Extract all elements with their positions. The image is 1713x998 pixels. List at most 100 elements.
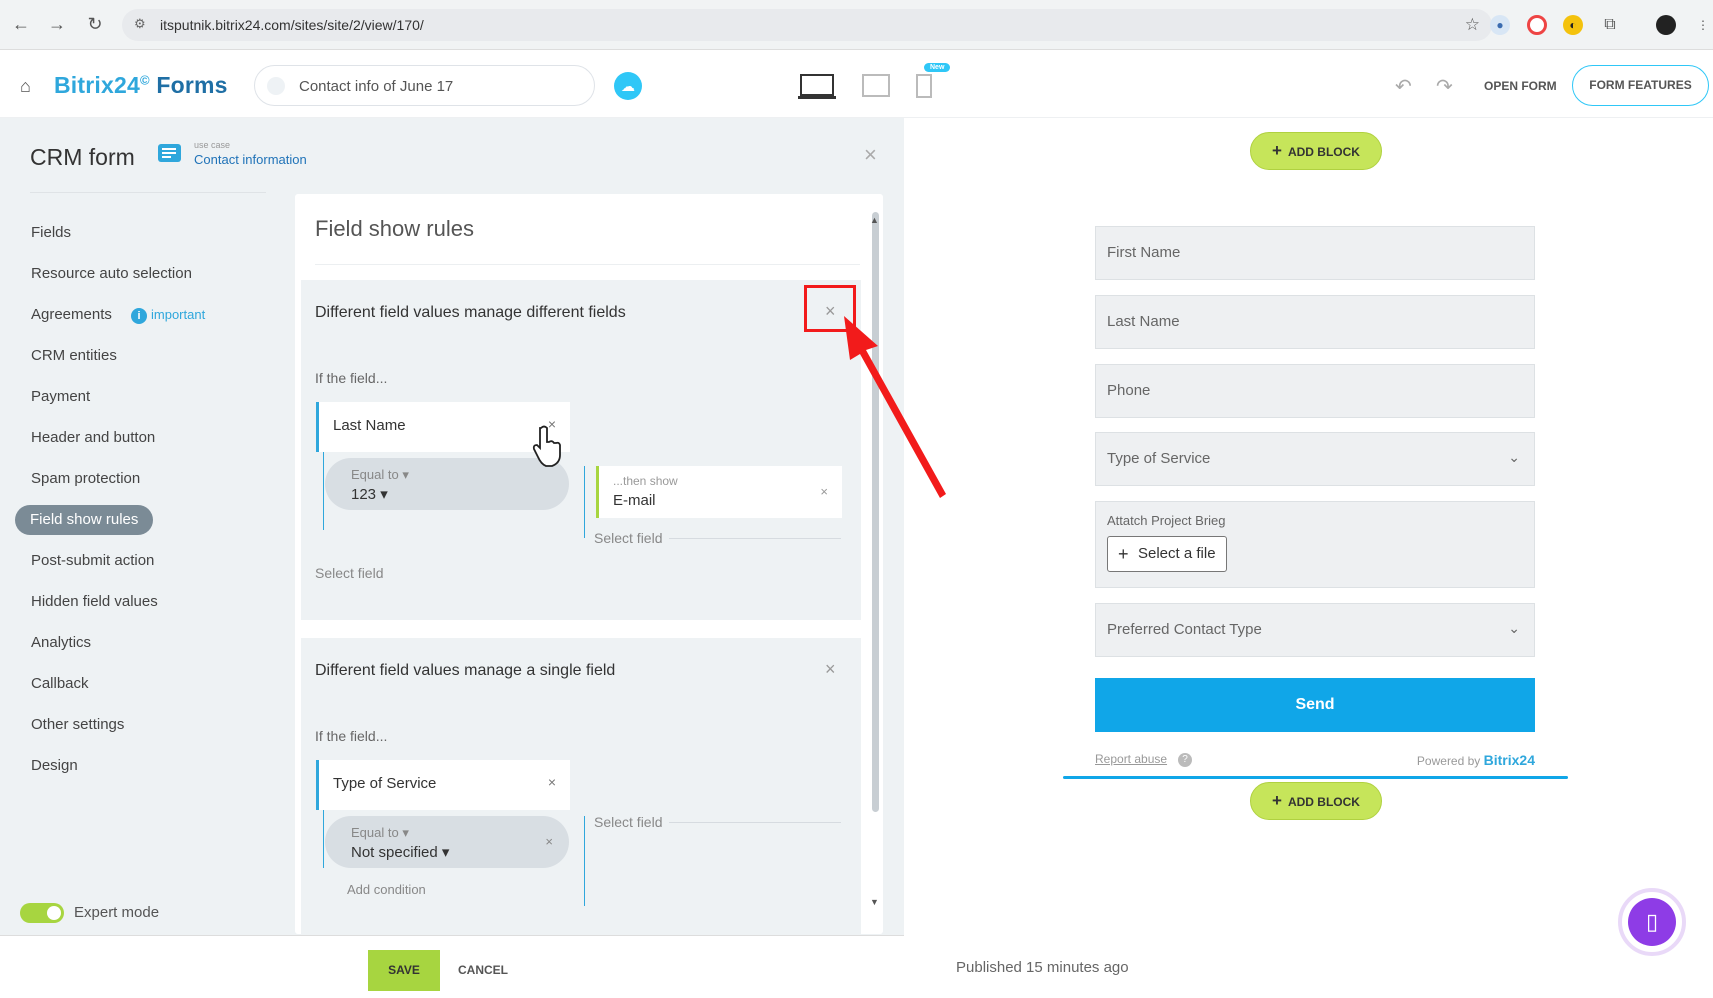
rule-card: Different field values manage a single f… <box>301 638 861 934</box>
help-icon[interactable]: ? <box>1178 753 1192 767</box>
last-name-field[interactable]: Last Name <box>1095 295 1535 349</box>
add-block-button[interactable]: + ADD BLOCK <box>1250 782 1382 820</box>
menu-item-crm-entities[interactable]: CRM entities <box>15 335 265 376</box>
use-case-link[interactable]: Contact information <box>194 152 307 167</box>
menu-item-label: Header and button <box>31 429 156 446</box>
site-info-icon[interactable]: ⚙ <box>134 16 146 32</box>
field-placeholder: Phone <box>1107 382 1151 399</box>
contact-type-select[interactable]: Preferred Contact Type ⌄ <box>1095 603 1535 657</box>
scroll-up-icon[interactable]: ▲ <box>870 215 879 225</box>
menu-item-design[interactable]: Design <box>15 745 265 786</box>
condition-operator[interactable]: Equal to ▾ <box>351 825 409 841</box>
profile-avatar[interactable] <box>1656 15 1676 35</box>
if-field-label: If the field... <box>315 728 388 744</box>
attach-label: Attatch Project Brieg <box>1107 513 1226 528</box>
menu-item-label: Design <box>31 757 78 774</box>
phone-field[interactable]: Phone <box>1095 364 1535 418</box>
type-of-service-select[interactable]: Type of Service ⌄ <box>1095 432 1535 486</box>
condition-value[interactable]: Not specified ▾ <box>351 843 449 861</box>
close-icon[interactable]: × <box>825 659 836 680</box>
then-show-value: E-mail <box>613 492 656 509</box>
important-badge[interactable]: i important <box>131 294 205 335</box>
published-status: Published 15 minutes ago <box>956 959 1129 976</box>
save-button[interactable]: SAVE <box>368 950 440 991</box>
address-bar[interactable]: ⚙ itsputnik.bitrix24.com/sites/site/2/vi… <box>122 9 1492 41</box>
reload-icon[interactable]: ↻ <box>84 14 106 35</box>
menu-dots-icon[interactable]: ⋮ <box>1693 15 1713 35</box>
brand-main: Bitrix24 <box>54 72 140 98</box>
field-placeholder: Preferred Contact Type <box>1107 621 1262 638</box>
menu-item-field-show-rules[interactable]: Field show rules <box>15 499 265 540</box>
home-icon[interactable]: ⌂ <box>20 76 31 97</box>
menu-item-header-and-button[interactable]: Header and button <box>15 417 265 458</box>
send-button[interactable]: Send <box>1095 678 1535 732</box>
important-label: important <box>151 307 206 322</box>
form-bottom-border <box>1063 776 1568 779</box>
close-icon[interactable]: × <box>864 142 877 168</box>
file-upload-field: Attatch Project Brieg + Select a file <box>1095 501 1535 588</box>
undo-icon[interactable]: ↶ <box>1395 74 1412 99</box>
menu-item-label: Hidden field values <box>31 593 158 610</box>
report-abuse-link[interactable]: Report abuse <box>1095 752 1167 766</box>
close-icon[interactable]: × <box>548 774 556 790</box>
expert-mode-toggle[interactable] <box>20 903 64 923</box>
open-form-button[interactable]: OPEN FORM <box>1484 79 1557 93</box>
form-title-field[interactable]: Contact info of June 17 <box>254 65 595 106</box>
menu-item-hidden-field-values[interactable]: Hidden field values <box>15 581 265 622</box>
menu-item-agreements[interactable]: Agreements i important <box>15 294 265 335</box>
then-show-field[interactable]: ...then show E-mail × <box>596 466 842 518</box>
condition-value[interactable]: 123 ▾ <box>351 485 388 503</box>
chevron-down-icon: ⌄ <box>1508 449 1520 465</box>
redo-icon[interactable]: ↷ <box>1436 74 1453 99</box>
rule-field-select[interactable]: Type of Service × <box>316 760 570 810</box>
desktop-icon[interactable] <box>798 74 836 100</box>
scrollbar[interactable] <box>872 212 879 812</box>
add-condition-link[interactable]: Add condition <box>347 882 426 897</box>
select-field-link[interactable]: Select field <box>594 814 662 830</box>
extension-icon[interactable] <box>1527 15 1547 35</box>
menu-item-label: Callback <box>31 675 89 692</box>
menu-item-post-submit-action[interactable]: Post-submit action <box>15 540 265 581</box>
menu-item-callback[interactable]: Callback <box>15 663 265 704</box>
first-name-field[interactable]: First Name <box>1095 226 1535 280</box>
add-block-button[interactable]: + ADD BLOCK <box>1250 132 1382 170</box>
form-title: Contact info of June 17 <box>299 78 454 95</box>
extension-icon[interactable]: ● <box>1490 15 1510 35</box>
star-icon[interactable]: ☆ <box>1465 15 1480 35</box>
menu-item-resource-auto-selection[interactable]: Resource auto selection <box>15 253 265 294</box>
puzzle-icon[interactable]: ⧉ <box>1600 15 1620 35</box>
powered-by-label: Powered by <box>1416 754 1481 768</box>
form-features-button[interactable]: FORM FEATURES <box>1572 65 1709 106</box>
panel-title: CRM form <box>30 144 135 170</box>
select-field-link[interactable]: Select field <box>594 530 662 546</box>
select-field-link[interactable]: Select field <box>315 565 383 581</box>
menu-item-other-settings[interactable]: Other settings <box>15 704 265 745</box>
menu-item-spam-protection[interactable]: Spam protection <box>15 458 265 499</box>
condition-pill[interactable]: Equal to ▾ Not specified ▾ × <box>325 816 569 868</box>
menu-item-analytics[interactable]: Analytics <box>15 622 265 663</box>
mobile-icon[interactable] <box>916 74 932 98</box>
cancel-button[interactable]: CANCEL <box>458 963 508 977</box>
tablet-icon[interactable] <box>862 74 890 98</box>
condition-operator[interactable]: Equal to ▾ <box>351 467 409 483</box>
close-icon[interactable]: × <box>820 484 828 499</box>
cloud-icon[interactable]: ☁ <box>614 72 642 100</box>
plus-icon: + <box>1272 141 1282 160</box>
menu-item-fields[interactable]: Fields <box>15 212 265 253</box>
plus-icon: + <box>1272 791 1282 810</box>
menu-item-payment[interactable]: Payment <box>15 376 265 417</box>
rule-card: Different field values manage different … <box>301 280 861 620</box>
expert-mode[interactable]: Expert mode <box>20 903 159 923</box>
close-icon[interactable]: × <box>545 834 553 849</box>
forward-icon[interactable]: → <box>46 14 68 35</box>
scroll-down-icon[interactable]: ▼ <box>870 897 879 907</box>
panel-footer: SAVE CANCEL <box>0 935 904 998</box>
extension-icon[interactable]: ◐ <box>1563 15 1583 35</box>
select-file-button[interactable]: + Select a file <box>1107 536 1227 572</box>
menu-item-label: Other settings <box>31 716 125 733</box>
menu-item-label: Post-submit action <box>31 552 155 569</box>
new-badge: New <box>924 63 951 72</box>
rule-heading: Different field values manage different … <box>315 304 626 321</box>
mobile-preview-button[interactable]: ▯ <box>1618 888 1686 956</box>
back-icon[interactable]: ← <box>10 14 32 35</box>
